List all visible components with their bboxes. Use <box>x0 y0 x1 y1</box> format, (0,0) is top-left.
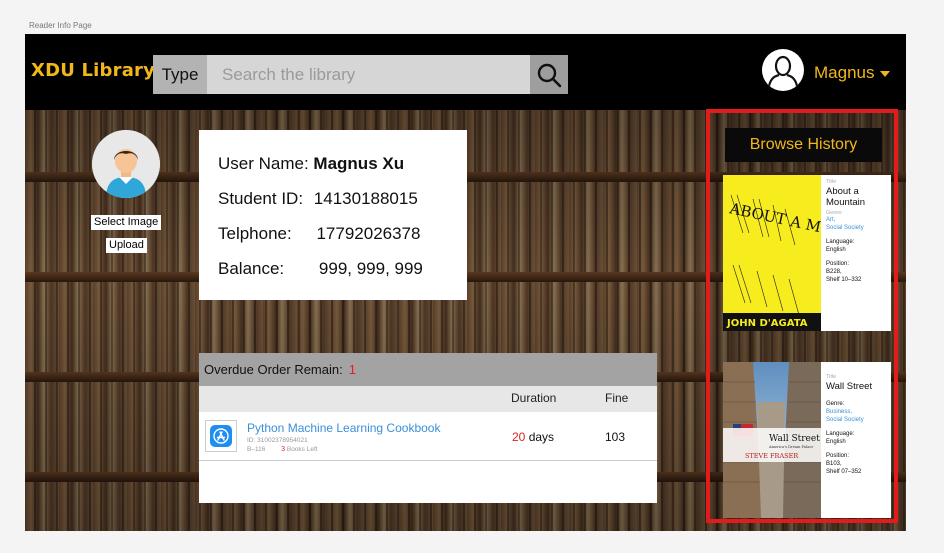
top-navigation-bar: XDU Library Type Magnus <box>25 34 906 110</box>
cover-author-text: JOHN D'AGATA <box>726 318 808 329</box>
position-value: B103, <box>826 461 842 467</box>
overdue-count: 1 <box>348 362 356 377</box>
duration-column-header: Duration <box>511 391 557 405</box>
position-label: Position: <box>826 453 850 459</box>
overdue-orders-panel: Overdue Order Remain: 1 Duration Fine Py… <box>199 353 657 503</box>
user-silhouette-icon <box>763 50 803 90</box>
book-title[interactable]: Wall Street <box>826 381 888 392</box>
overdue-book-id: ID: 31002378954021 <box>247 437 308 444</box>
duration-unit: days <box>528 430 555 444</box>
upload-button[interactable]: Upload <box>106 238 147 253</box>
chevron-down-icon <box>880 71 891 77</box>
wall-street-cover: Wall Street America's Dream Palace STEVE… <box>723 362 821 518</box>
balance-row: Balance: 999, 999, 999 <box>218 259 423 279</box>
genre-link[interactable]: Social Society <box>826 224 888 232</box>
book-details: Title About a Mountain Genre: Art, Socia… <box>826 179 888 284</box>
language-value: English <box>826 247 846 253</box>
user-name-label: User Name: <box>218 154 309 173</box>
person-avatar-icon <box>92 130 160 198</box>
book-thumbnail <box>205 420 237 452</box>
search-input[interactable] <box>207 55 530 94</box>
browse-history-title: Browse History <box>725 128 882 162</box>
book-location-code: B–116 <box>247 446 266 453</box>
search-type-dropdown[interactable]: Type <box>153 55 207 94</box>
student-id-row: Student ID: 14130188015 <box>218 189 418 209</box>
language-label: Language: <box>826 431 855 437</box>
language-label: Language: <box>826 239 855 245</box>
history-book-card[interactable]: ABOUT A MOUNTAIN JOHN D'AGATA Title Abou… <box>723 175 891 331</box>
overdue-book-location: B–116 3 Books Left <box>247 446 318 453</box>
cover-subtitle-text: America's Dream Palace <box>768 445 813 449</box>
student-id-label: Student ID: <box>218 189 304 208</box>
user-name-row: User Name: Magnus Xu <box>218 154 404 174</box>
genre-link[interactable]: Art, <box>826 216 888 224</box>
app-logo[interactable]: XDU Library <box>31 60 155 81</box>
genre-link[interactable]: Social Society <box>826 416 888 424</box>
title-label: Title <box>826 374 837 380</box>
genre-link[interactable]: Business, <box>826 408 888 416</box>
title-label: Title <box>826 179 837 185</box>
position-value: Shelf 07–352 <box>826 469 862 475</box>
telephone-label: Telphone: <box>218 224 292 243</box>
position-value: Shelf 10–332 <box>826 277 862 283</box>
book-cover-image: ABOUT A MOUNTAIN JOHN D'AGATA <box>723 175 821 331</box>
browse-history-panel: Browse History ABOUT A MOUNTAIN JOHN D'A… <box>706 109 898 523</box>
row-divider <box>199 460 657 461</box>
search-button[interactable] <box>530 55 568 94</box>
balance-label: Balance: <box>218 259 285 278</box>
books-left-count: 3 <box>281 446 286 453</box>
app-frame: XDU Library Type Magnus <box>25 34 906 531</box>
user-avatar[interactable] <box>762 49 804 91</box>
position-value: B228, <box>826 269 842 275</box>
about-a-mountain-cover: ABOUT A MOUNTAIN JOHN D'AGATA <box>723 175 821 331</box>
cover-title-text: Wall Street <box>769 434 820 444</box>
search-icon <box>537 63 562 87</box>
overdue-title: Overdue Order Remain: <box>204 362 343 377</box>
app-store-icon <box>210 425 232 447</box>
history-book-card[interactable]: Wall Street America's Dream Palace STEVE… <box>723 362 891 518</box>
page-caption: Reader Info Page <box>29 21 92 30</box>
cover-author-text: STEVE FRASER <box>745 452 799 460</box>
overdue-column-header <box>199 386 657 412</box>
profile-avatar <box>92 130 160 198</box>
book-details: Title Wall Street Genre: Business, Socia… <box>826 374 888 476</box>
book-title[interactable]: About a Mountain <box>826 186 888 208</box>
user-info-card: User Name: Magnus Xu Student ID: 1413018… <box>199 130 467 300</box>
user-menu-label: Magnus <box>814 63 875 82</box>
position-label: Position: <box>826 261 850 267</box>
genre-label: Genre: <box>826 401 845 407</box>
books-left-label: Books Left <box>286 446 318 453</box>
book-cover-image: Wall Street America's Dream Palace STEVE… <box>723 362 821 518</box>
telephone-row: Telphone: 17792026378 <box>218 224 420 244</box>
balance-value: 999, 999, 999 <box>318 259 423 278</box>
duration-value: 20 <box>512 430 526 444</box>
select-image-button[interactable]: Select Image <box>91 215 162 230</box>
language-value: English <box>826 439 846 445</box>
fine-column-header: Fine <box>605 391 629 405</box>
user-menu[interactable]: Magnus <box>814 63 891 83</box>
overdue-duration: 20 days <box>512 430 554 444</box>
overdue-fine: 103 <box>605 430 626 444</box>
overdue-header: Overdue Order Remain: 1 <box>199 353 657 386</box>
telephone-value: 17792026378 <box>316 224 421 243</box>
user-name-value: Magnus Xu <box>313 154 405 173</box>
overdue-book-title[interactable]: Python Machine Learning Cookbook <box>247 421 440 435</box>
student-id-value: 14130188015 <box>313 189 418 208</box>
